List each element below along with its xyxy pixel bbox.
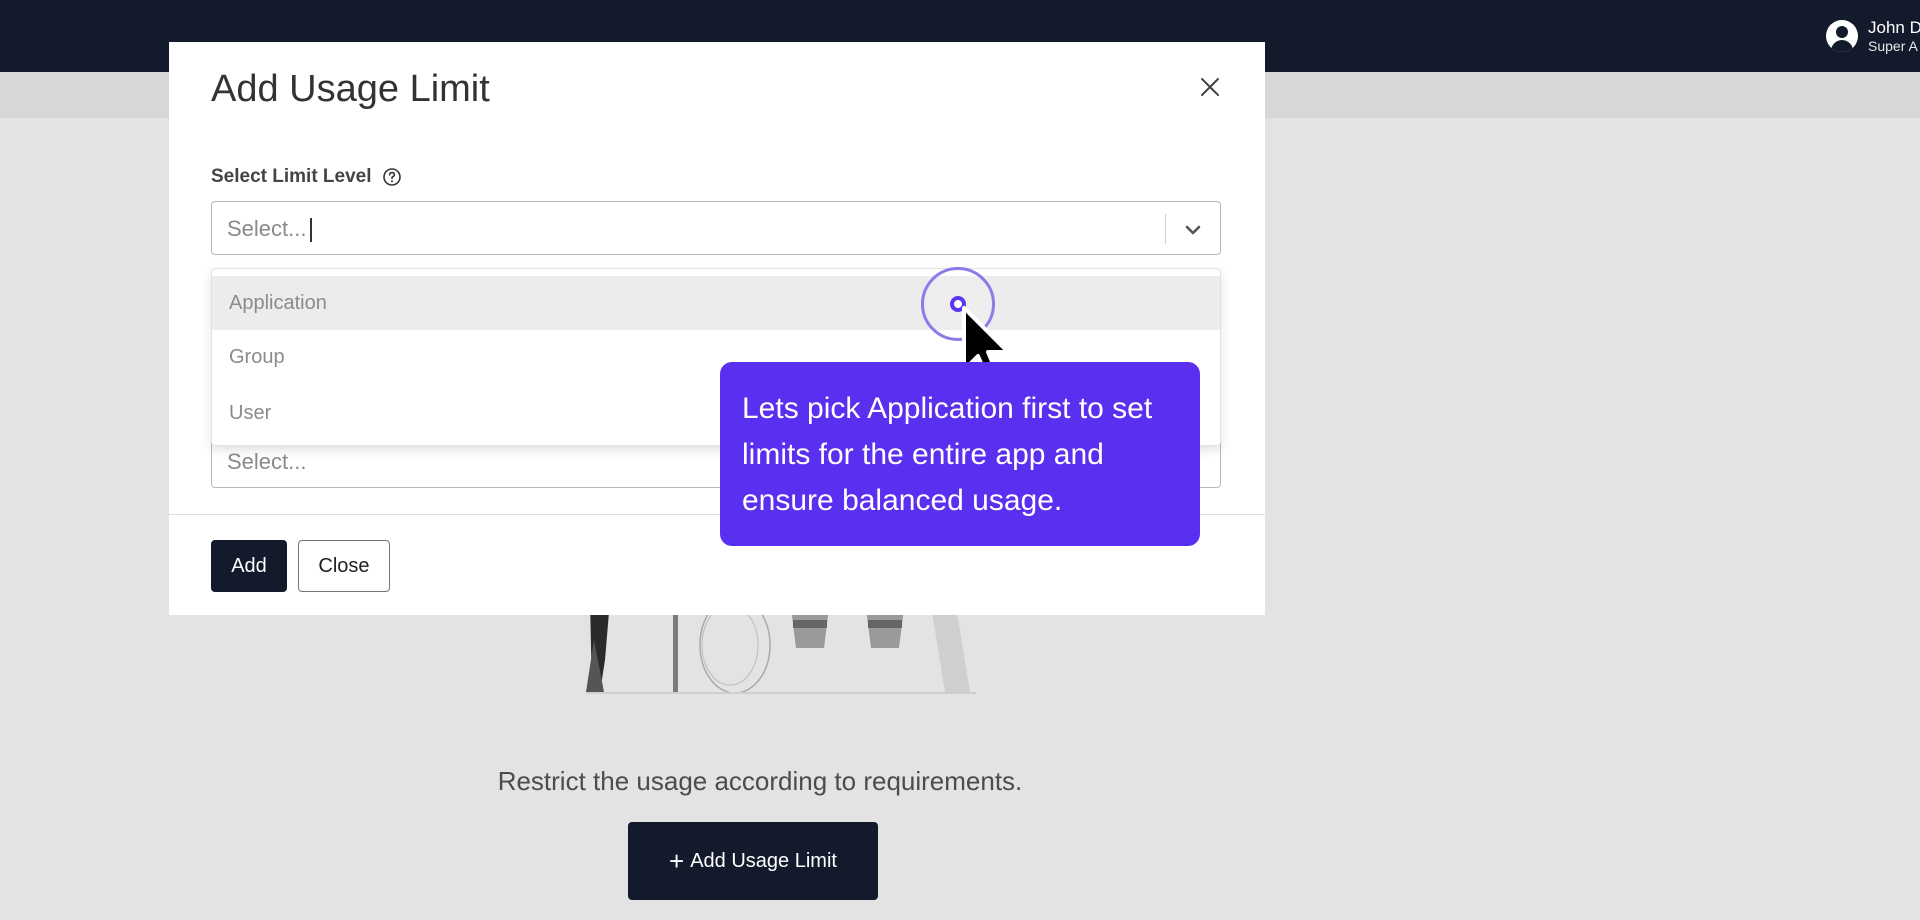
add-usage-limit-label: Add Usage Limit xyxy=(690,849,837,872)
limit-level-label-text: Select Limit Level xyxy=(211,166,372,187)
empty-state-message: Restrict the usage according to requirem… xyxy=(497,766,1023,796)
empty-state-illustration xyxy=(586,600,976,694)
option-application[interactable]: Application xyxy=(212,276,1220,330)
user-name: John D xyxy=(1868,18,1920,37)
close-button[interactable]: Close xyxy=(298,540,390,592)
guide-tooltip: Lets pick Application first to set limit… xyxy=(720,362,1200,546)
plus-icon: + xyxy=(669,846,685,876)
user-role: Super A xyxy=(1868,38,1918,54)
limit-level-input[interactable]: Select... xyxy=(227,216,313,243)
user-circle-icon xyxy=(1826,20,1858,52)
modal-title: Add Usage Limit xyxy=(211,68,490,110)
select-separator xyxy=(1165,214,1166,244)
text-caret xyxy=(310,218,313,243)
add-button[interactable]: Add xyxy=(211,540,287,592)
limit-level-select[interactable]: Select... xyxy=(211,201,1221,255)
user-menu[interactable]: John D Super A xyxy=(1826,18,1920,54)
close-icon[interactable] xyxy=(1195,72,1225,102)
add-usage-limit-button[interactable]: + Add Usage Limit xyxy=(628,822,878,900)
chevron-down-icon[interactable] xyxy=(1182,219,1204,241)
limit-level-placeholder: Select... xyxy=(227,216,307,241)
limit-level-label: Select Limit Level xyxy=(211,166,402,188)
second-select-placeholder: Select... xyxy=(227,449,307,474)
help-circle-icon[interactable] xyxy=(382,167,402,187)
